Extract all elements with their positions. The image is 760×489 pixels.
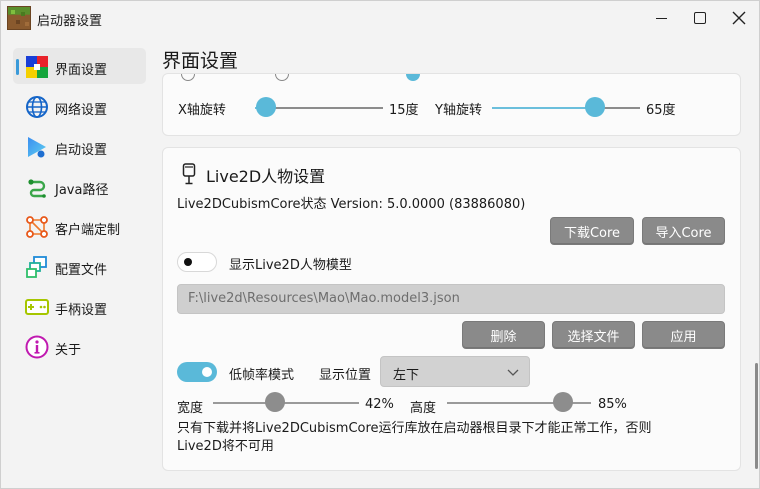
show-model-toggle[interactable] — [177, 252, 217, 272]
y-rotation-label: Y轴旋转 — [435, 103, 482, 118]
window-title: 启动器设置 — [37, 14, 103, 29]
sidebar-item-label: 界面设置 — [55, 63, 108, 78]
choose-file-button[interactable]: 选择文件 — [552, 321, 635, 349]
height-value: 85% — [598, 397, 627, 412]
sidebar-item-config-files[interactable]: 配置文件 — [13, 248, 146, 284]
minimize-button[interactable] — [646, 5, 676, 31]
close-button[interactable] — [724, 5, 754, 31]
y-rotation-slider-fill — [492, 107, 586, 109]
page-title: 界面设置 — [162, 50, 239, 72]
nodes-icon — [26, 216, 48, 238]
low-fps-label: 低帧率模式 — [229, 368, 295, 383]
low-fps-toggle[interactable] — [177, 362, 217, 382]
radio-option[interactable] — [181, 74, 195, 81]
globe-icon — [26, 96, 48, 118]
maximize-icon — [694, 12, 706, 24]
position-label: 显示位置 — [319, 368, 372, 383]
sidebar-item-java-path[interactable]: Java路径 — [13, 168, 146, 204]
scrollbar[interactable] — [755, 363, 758, 469]
radio-option-selected[interactable] — [406, 74, 420, 81]
y-rotation-value: 65度 — [646, 103, 676, 118]
app-grass-block-icon — [7, 6, 31, 30]
width-label: 宽度 — [177, 401, 204, 416]
width-slider-track[interactable] — [213, 402, 359, 404]
color-blocks-icon — [26, 56, 48, 78]
show-model-label: 显示Live2D人物模型 — [229, 258, 352, 273]
import-core-button[interactable]: 导入Core — [642, 217, 725, 245]
sidebar-item-label: 网络设置 — [55, 103, 108, 118]
live2d-section-title: Live2D人物设置 — [206, 167, 326, 186]
play-icon — [28, 137, 46, 158]
maximize-button[interactable] — [685, 5, 715, 31]
height-label: 高度 — [410, 401, 437, 416]
height-slider-thumb[interactable] — [553, 392, 573, 412]
position-select[interactable]: 左下 — [380, 356, 530, 387]
width-value: 42% — [365, 397, 394, 412]
files-icon — [26, 256, 47, 278]
model-path-field[interactable]: F:\live2d\Resources\Mao\Mao.model3.json — [177, 284, 725, 314]
sidebar-item-interface[interactable]: 界面设置 — [13, 48, 146, 84]
sidebar-item-label: 配置文件 — [55, 263, 108, 278]
sidebar-item-label: 启动设置 — [55, 143, 108, 158]
core-requirement-note: 只有下载并将Live2DCubismCore运行库放在启动器根目录下才能正常工作… — [177, 421, 652, 454]
sidebar-item-launch[interactable]: 启动设置 — [13, 128, 146, 164]
x-rotation-value: 15度 — [389, 103, 419, 118]
core-status-text: Live2DCubismCore状态 Version: 5.0.0000 (83… — [177, 197, 526, 212]
sidebar-item-about[interactable]: 关于 — [13, 328, 146, 364]
delete-button[interactable]: 删除 — [462, 321, 545, 349]
sidebar-item-label: 关于 — [55, 343, 82, 358]
width-slider-thumb[interactable] — [265, 392, 285, 412]
close-icon — [732, 11, 746, 25]
y-rotation-slider-thumb[interactable] — [585, 97, 605, 117]
sidebar-item-network[interactable]: 网络设置 — [13, 88, 146, 124]
sidebar-item-client-custom[interactable]: 客户端定制 — [13, 208, 146, 244]
active-indicator — [16, 59, 19, 75]
gamepad-icon — [25, 299, 49, 315]
download-core-button[interactable]: 下载Core — [550, 217, 634, 245]
apply-button[interactable]: 应用 — [642, 321, 725, 349]
chevron-down-icon — [507, 369, 519, 376]
radio-option[interactable] — [275, 74, 289, 81]
sidebar-item-gamepad[interactable]: 手柄设置 — [13, 288, 146, 324]
x-rotation-slider-thumb[interactable] — [256, 97, 276, 117]
title-bar: 启动器设置 — [1, 1, 759, 35]
path-icon — [28, 179, 46, 198]
minimize-icon — [655, 17, 667, 19]
settings-window: 启动器设置 界面设置 网络设置 启动设置 Java路径 客户端定制 配置文件 手… — [0, 0, 760, 489]
sidebar-item-label: 手柄设置 — [55, 303, 108, 318]
sidebar-item-label: 客户端定制 — [55, 223, 121, 238]
rotation-card: X轴旋转 15度 Y轴旋转 65度 — [162, 73, 741, 136]
x-rotation-label: X轴旋转 — [178, 103, 226, 118]
sidebar-item-label: Java路径 — [55, 183, 109, 198]
position-select-value: 左下 — [393, 368, 420, 383]
info-icon — [25, 335, 49, 359]
figure-icon — [182, 163, 196, 185]
